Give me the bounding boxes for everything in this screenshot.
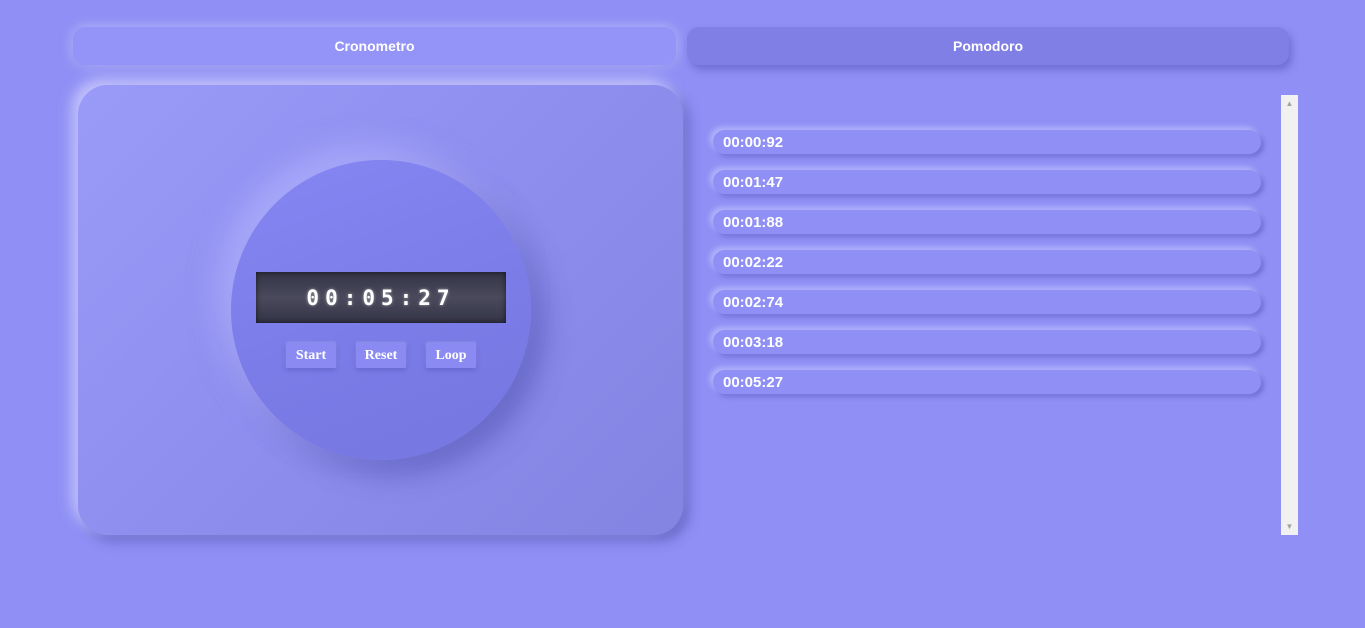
stopwatch-card: 00:05:27 Start Reset Loop: [78, 85, 683, 535]
reset-button[interactable]: Reset: [356, 343, 406, 368]
tab-cronometro-label: Cronometro: [334, 38, 415, 54]
lap-item: 00:01:47: [713, 170, 1261, 194]
start-button[interactable]: Start: [286, 343, 336, 368]
scrollbar[interactable]: ▲ ▼: [1281, 95, 1298, 535]
lap-item: 00:05:27: [713, 370, 1261, 394]
tab-cronometro[interactable]: Cronometro: [73, 27, 676, 65]
lap-item: 00:00:92: [713, 130, 1261, 154]
scroll-up-arrow-icon[interactable]: ▲: [1281, 95, 1298, 112]
lap-list[interactable]: 00:00:92 00:01:47 00:01:88 00:02:22 00:0…: [697, 95, 1281, 535]
lap-item: 00:03:18: [713, 330, 1261, 354]
loop-button[interactable]: Loop: [426, 343, 476, 368]
lap-item: 00:02:74: [713, 290, 1261, 314]
tab-pomodoro-label: Pomodoro: [953, 38, 1023, 54]
tab-pomodoro[interactable]: Pomodoro: [687, 27, 1289, 65]
stopwatch-dial: 00:05:27 Start Reset Loop: [231, 160, 531, 460]
time-display: 00:05:27: [256, 272, 506, 323]
lap-item: 00:01:88: [713, 210, 1261, 234]
lap-item: 00:02:22: [713, 250, 1261, 274]
scroll-down-arrow-icon[interactable]: ▼: [1281, 518, 1298, 535]
